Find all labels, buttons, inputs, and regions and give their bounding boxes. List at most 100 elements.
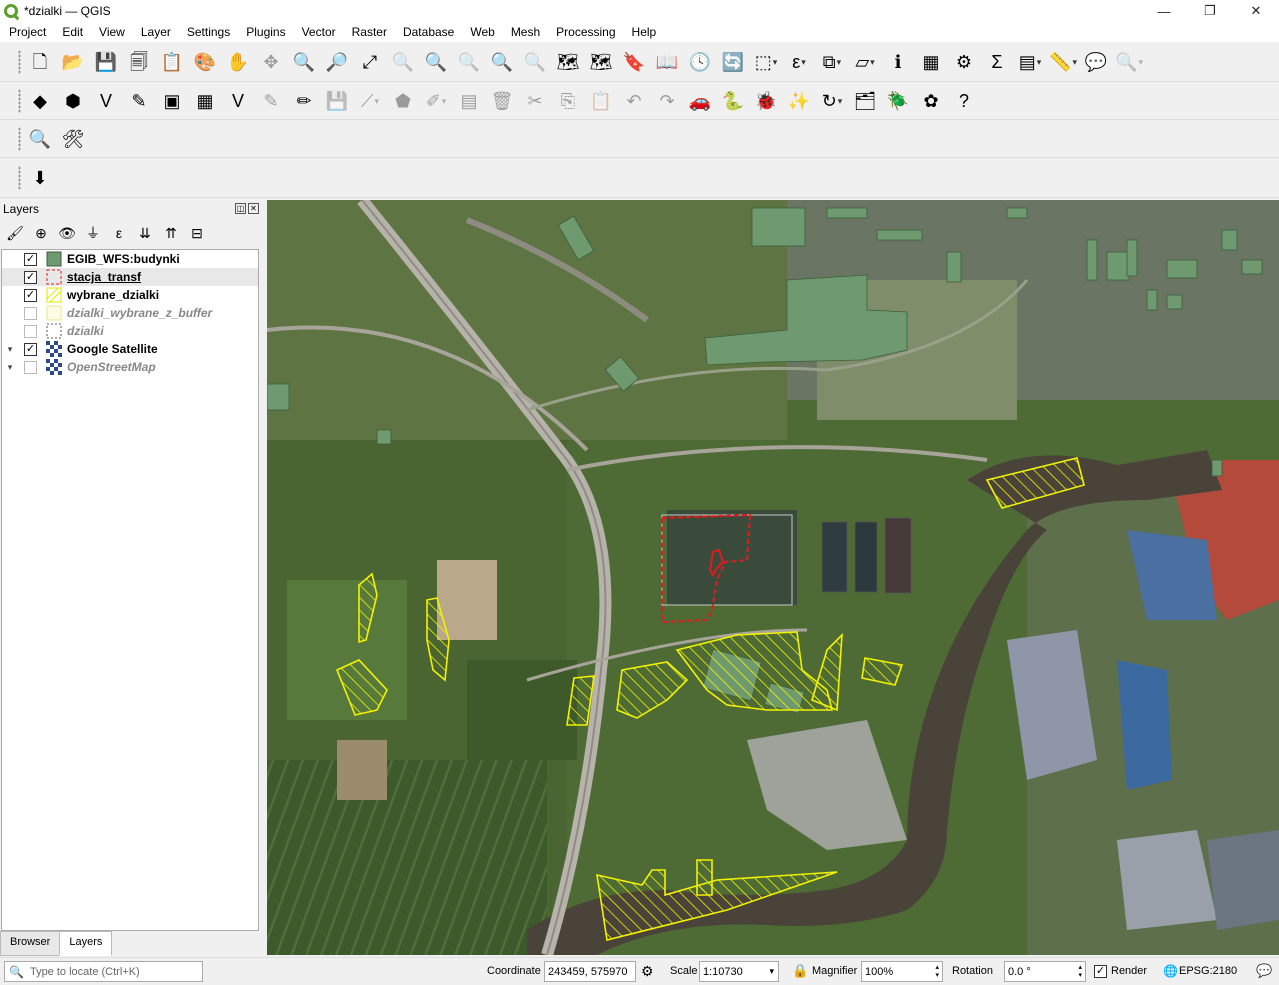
maximize-button[interactable]: ❐ bbox=[1187, 0, 1233, 22]
paste-features-icon[interactable]: 📋 bbox=[588, 88, 614, 114]
new-spatialite-layer-icon[interactable]: ▣ bbox=[159, 88, 185, 114]
show-bookmarks-icon[interactable]: 📖 bbox=[654, 49, 680, 75]
layer-visibility-checkbox[interactable] bbox=[24, 324, 37, 338]
new-3d-map-view-icon[interactable]: 🗺 bbox=[588, 49, 614, 75]
menu-view[interactable]: View bbox=[90, 25, 132, 39]
menu-edit[interactable]: Edit bbox=[53, 25, 90, 39]
toggle-editing-icon[interactable]: ✏ bbox=[291, 88, 317, 114]
rotation-field[interactable]: 0.0 ° ▴ ▾ bbox=[1004, 961, 1086, 982]
layer-visibility-checkbox[interactable] bbox=[24, 360, 37, 374]
copy-features-icon[interactable]: ⎘ bbox=[555, 88, 581, 114]
menu-web[interactable]: Web bbox=[461, 25, 501, 39]
tab-layers[interactable]: Layers bbox=[59, 931, 113, 956]
zoom-next-icon[interactable]: 🔍 bbox=[522, 49, 548, 75]
measure-line-icon[interactable]: 📏 bbox=[1049, 49, 1076, 75]
open-field-calculator-icon[interactable]: ▤ bbox=[1017, 49, 1043, 75]
select-features-icon[interactable]: ⬚ bbox=[753, 49, 779, 75]
new-project-icon[interactable]: 🗋 bbox=[27, 49, 53, 75]
deselect-features-icon[interactable]: ⧉ bbox=[819, 49, 845, 75]
layer-row[interactable]: dzialki_wybrane_z_buffer bbox=[2, 304, 258, 322]
toolbox-icon[interactable]: ⚙ bbox=[951, 49, 977, 75]
map-rendering[interactable] bbox=[267, 200, 1279, 955]
layer-visibility-checkbox[interactable] bbox=[24, 306, 37, 320]
menu-project[interactable]: Project bbox=[0, 25, 53, 39]
plugin-flower-icon[interactable]: ✿ bbox=[918, 88, 944, 114]
layer-row[interactable]: ✓ EGIB_WFS:budynki bbox=[2, 250, 258, 268]
rotate-plugin-icon[interactable]: ↻ bbox=[819, 88, 845, 114]
add-group-icon[interactable]: ⊕ bbox=[30, 222, 52, 244]
statistics-icon[interactable]: Σ bbox=[984, 49, 1010, 75]
toolbar-grip[interactable] bbox=[18, 50, 21, 74]
minimize-button[interactable]: — bbox=[1141, 0, 1187, 22]
gps-plugin-icon[interactable]: 🚗 bbox=[687, 88, 713, 114]
debug-plugin-icon[interactable]: 🐞 bbox=[753, 88, 779, 114]
new-virtual-layer-icon[interactable]: ▦ bbox=[192, 88, 218, 114]
add-feature-icon[interactable]: ⬟ bbox=[390, 88, 416, 114]
toolbar-grip[interactable] bbox=[18, 89, 21, 113]
new-temporary-layer-icon[interactable]: ✎ bbox=[126, 88, 152, 114]
layer-visibility-checkbox[interactable]: ✓ bbox=[24, 342, 37, 356]
select-by-location-icon[interactable]: ▱ bbox=[852, 49, 878, 75]
delete-selected-icon[interactable]: 🗑 bbox=[489, 88, 515, 114]
save-project-icon[interactable]: 💾 bbox=[93, 49, 119, 75]
menu-mesh[interactable]: Mesh bbox=[502, 25, 547, 39]
zoom-in-icon[interactable]: 🔍 bbox=[291, 49, 317, 75]
layer-row[interactable]: dzialki bbox=[2, 322, 258, 340]
collapse-all-icon[interactable]: ⇈ bbox=[160, 222, 182, 244]
layer-row[interactable]: ✓ stacja_transf bbox=[2, 268, 258, 286]
help-icon[interactable]: ? bbox=[951, 88, 977, 114]
open-project-icon[interactable]: 📂 bbox=[60, 49, 86, 75]
toolbar-grip[interactable] bbox=[18, 127, 21, 151]
zoom-native-icon[interactable]: 🔍 bbox=[456, 49, 482, 75]
new-geopackage-layer-icon[interactable]: ⬢ bbox=[60, 88, 86, 114]
render-checkbox[interactable]: ✓ bbox=[1094, 965, 1107, 978]
zoom-last-icon[interactable]: 🔍 bbox=[489, 49, 515, 75]
layer-tree[interactable]: ✓ EGIB_WFS:budynki ✓ stacja_transf ✓ wybrane_… bbox=[1, 249, 259, 931]
digitize-line-icon[interactable]: ⟋ bbox=[357, 88, 383, 114]
new-shapefile-layer-icon[interactable]: V bbox=[93, 88, 119, 114]
filter-by-expression-icon[interactable]: ε bbox=[108, 222, 130, 244]
pan-to-selection-icon[interactable]: ✥ bbox=[258, 49, 284, 75]
close-window-button[interactable]: ✕ bbox=[1233, 0, 1279, 22]
menu-layer[interactable]: Layer bbox=[132, 25, 178, 39]
refresh-icon[interactable]: 🔄 bbox=[720, 49, 746, 75]
zoom-to-selection-icon[interactable]: 🔍 bbox=[390, 49, 416, 75]
map-tips-icon[interactable]: 💬 bbox=[1083, 49, 1109, 75]
zoom-out-icon[interactable]: 🔎 bbox=[324, 49, 350, 75]
toolbar-grip[interactable] bbox=[18, 166, 21, 190]
menu-settings[interactable]: Settings bbox=[178, 25, 237, 39]
layer-row[interactable]: ▾ ✓ Google Satellite bbox=[2, 340, 258, 358]
menu-database[interactable]: Database bbox=[394, 25, 461, 39]
layer-row[interactable]: ✓ wybrane_dzialki bbox=[2, 286, 258, 304]
new-bookmark-icon[interactable]: 🔖 bbox=[621, 49, 647, 75]
python-console-icon[interactable]: 🐍 bbox=[720, 88, 746, 114]
expand-all-icon[interactable]: ⇊ bbox=[134, 222, 156, 244]
download-plugin-icon[interactable]: ⬇ bbox=[27, 165, 53, 191]
locator-search-icon[interactable]: 🔍 bbox=[1115, 49, 1142, 75]
select-by-expression-icon[interactable]: ε bbox=[786, 49, 812, 75]
expand-arrow-icon[interactable]: ▾ bbox=[2, 362, 18, 373]
magic-wand-icon[interactable]: ✨ bbox=[786, 88, 812, 114]
layer-visibility-checkbox[interactable]: ✓ bbox=[24, 288, 37, 302]
menu-plugins[interactable]: Plugins bbox=[237, 25, 292, 39]
layer-row[interactable]: ▾ OpenStreetMap bbox=[2, 358, 258, 376]
save-edits-icon[interactable]: 💾 bbox=[324, 88, 350, 114]
filter-legend-icon[interactable]: ⏚ bbox=[82, 222, 104, 244]
temporal-controller-icon[interactable]: 🕓 bbox=[687, 49, 713, 75]
zoom-to-layer-icon[interactable]: 🔍 bbox=[423, 49, 449, 75]
magnifier-field[interactable]: 100% ▴ ▾ bbox=[861, 961, 943, 982]
menu-processing[interactable]: Processing bbox=[547, 25, 622, 39]
pan-map-icon[interactable]: ✋ bbox=[225, 49, 251, 75]
undo-icon[interactable]: ↶ bbox=[621, 88, 647, 114]
manage-visibility-icon[interactable]: 👁 bbox=[56, 222, 78, 244]
locate-plugin-icon[interactable]: 🔍 bbox=[27, 126, 53, 152]
lock-scale-icon[interactable]: 🔒 bbox=[792, 963, 808, 979]
tab-browser[interactable]: Browser bbox=[0, 931, 61, 956]
coordinate-field[interactable]: 243459, 575970 bbox=[544, 961, 636, 982]
new-map-view-icon[interactable]: 🗺 bbox=[555, 49, 581, 75]
menu-raster[interactable]: Raster bbox=[343, 25, 394, 39]
map-canvas[interactable] bbox=[267, 200, 1279, 955]
vertex-tool-icon[interactable]: ✐ bbox=[423, 88, 449, 114]
toggle-extents-icon[interactable]: ⚙ bbox=[641, 963, 654, 980]
layer-visibility-checkbox[interactable]: ✓ bbox=[24, 270, 37, 284]
